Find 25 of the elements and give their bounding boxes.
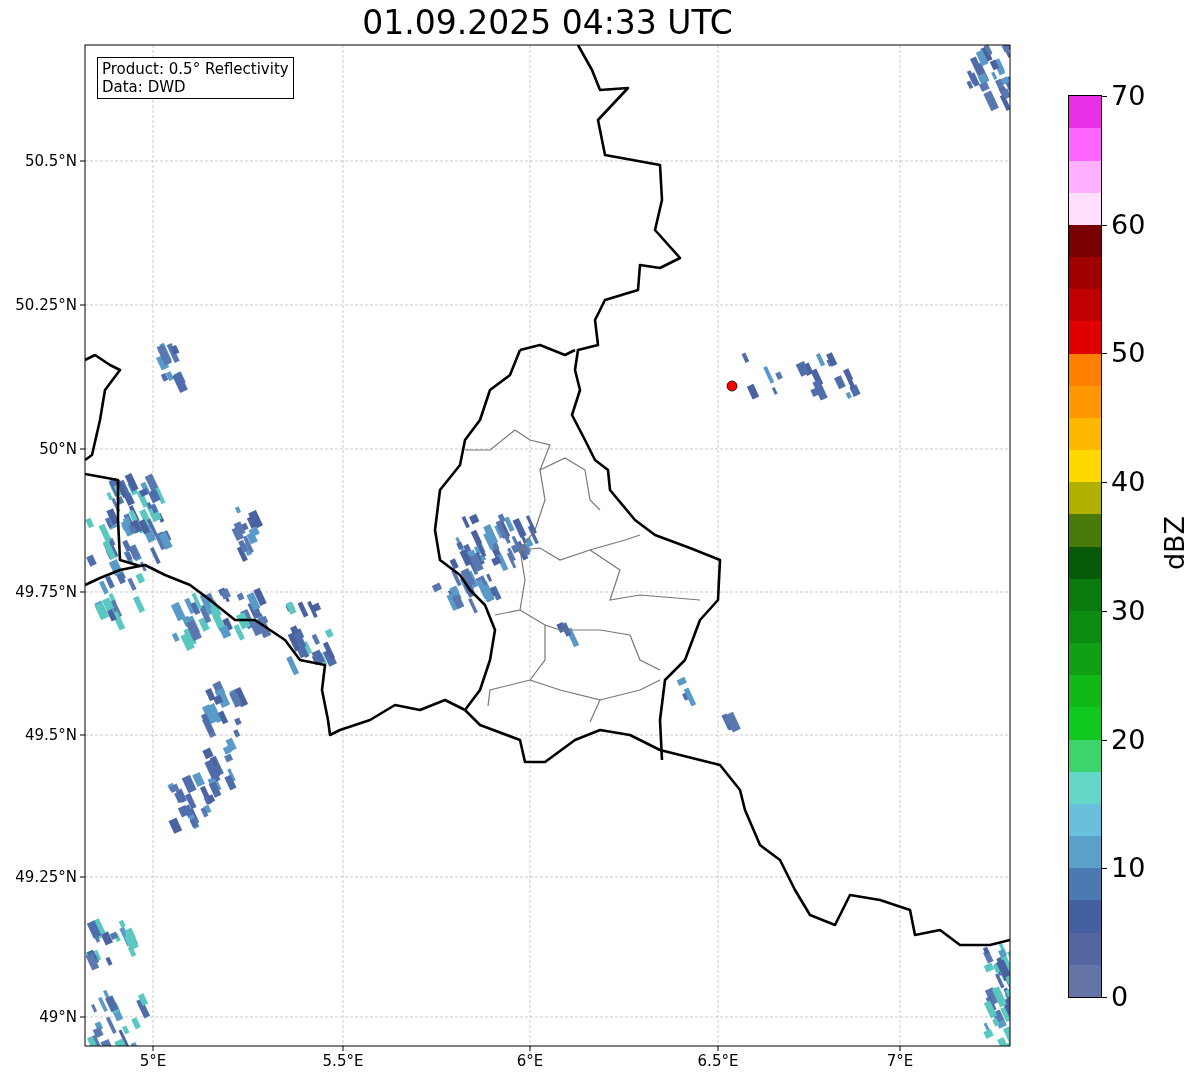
y-tick-label: 50.5°N: [24, 152, 77, 170]
y-tick-label: 49.75°N: [15, 583, 77, 601]
y-tick-label: 49.5°N: [24, 726, 77, 744]
y-tick-label: 50.25°N: [15, 296, 77, 314]
x-tick-label: 7°E: [886, 1052, 914, 1070]
colorbar-tick-label: 0: [1111, 982, 1129, 1012]
x-tick-label: 6.5°E: [697, 1052, 739, 1070]
x-tick-label: 5.5°E: [322, 1052, 364, 1070]
y-tick-label: 49.25°N: [15, 868, 77, 886]
y-tick-label: 49°N: [39, 1008, 77, 1026]
colorbar-tick-label: 40: [1111, 467, 1146, 498]
chart-title: 01.09.2025 04:33 UTC: [362, 2, 733, 43]
colorbar-tick-label: 70: [1111, 81, 1146, 111]
location-dot: [726, 380, 738, 392]
legend-text: Data: DWD: [102, 78, 187, 96]
colorbar-tick-label: 30: [1111, 595, 1146, 626]
colorbar-tick-label: 50: [1111, 338, 1146, 369]
y-tick-label: 50°N: [39, 440, 77, 458]
colorbar-label: dBZ: [1160, 515, 1191, 571]
x-tick-label: 6°E: [516, 1052, 544, 1070]
colorbar-tick-label: 20: [1111, 724, 1146, 755]
colorbar-tick-label: 10: [1111, 853, 1146, 884]
colorbar-tick-label: 60: [1111, 209, 1146, 240]
x-tick-label: 5°E: [139, 1052, 167, 1070]
legend-text: Product: 0.5° Reflectivity: [102, 60, 289, 78]
